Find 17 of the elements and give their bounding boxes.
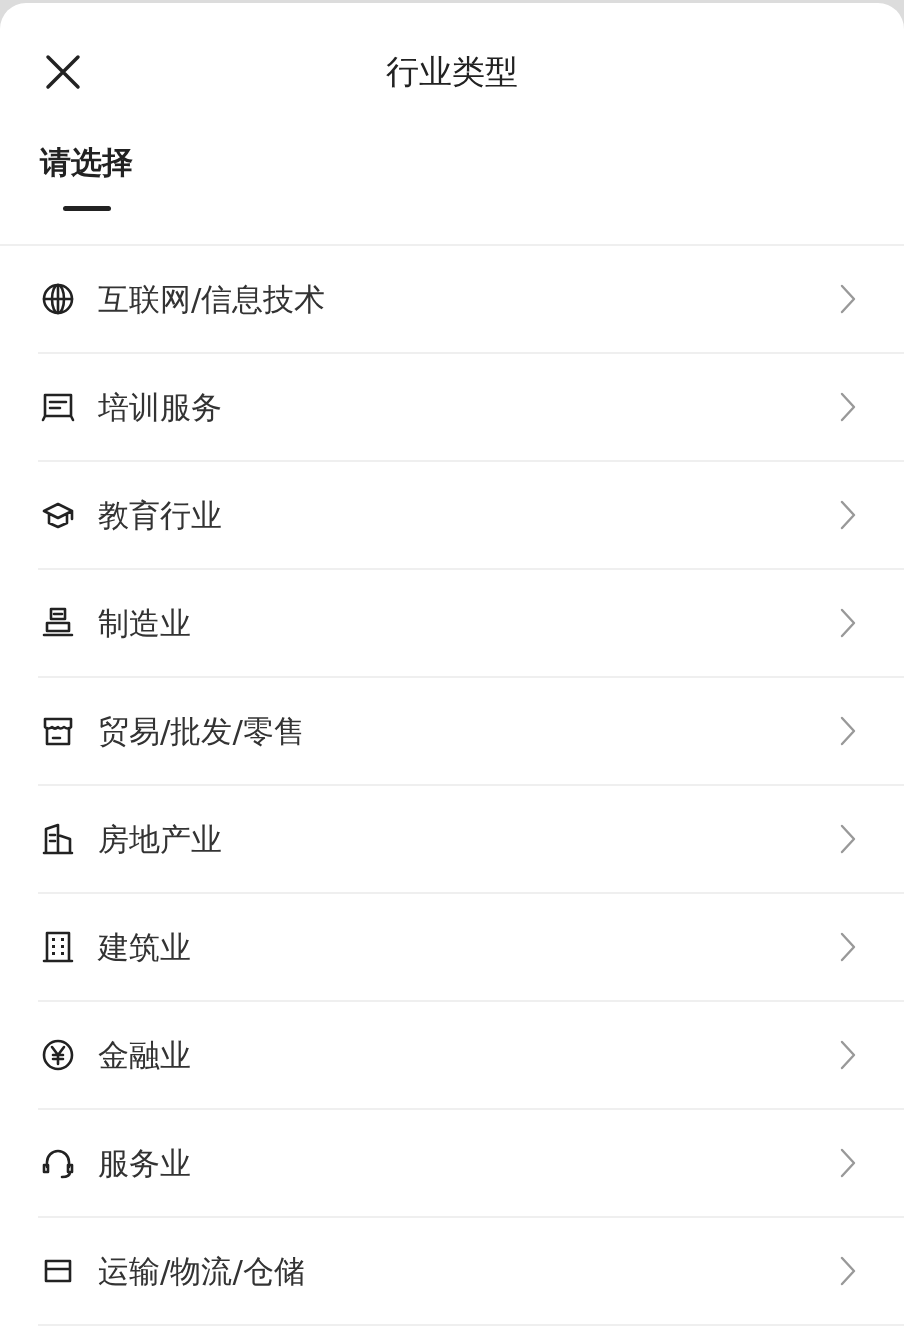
chevron-right-icon [838,1147,858,1179]
chevron-right-icon [838,931,858,963]
chevron-right-icon [838,823,858,855]
sheet-title: 行业类型 [386,52,518,91]
tab[interactable]: 请选择 [40,139,133,244]
chevron-right-icon [838,283,858,315]
chevron-right-icon [838,499,858,531]
close-button[interactable] [44,53,82,91]
globe-icon [40,281,76,317]
chevron-right-icon [838,1039,858,1071]
chevron-right-icon [838,607,858,639]
office-building-icon [40,929,76,965]
yen-coin-icon [40,1037,76,1073]
chevron-right-icon [838,1255,858,1287]
chevron-right-icon [838,391,858,423]
chevron-right-icon [838,715,858,747]
building-icon [40,821,76,857]
